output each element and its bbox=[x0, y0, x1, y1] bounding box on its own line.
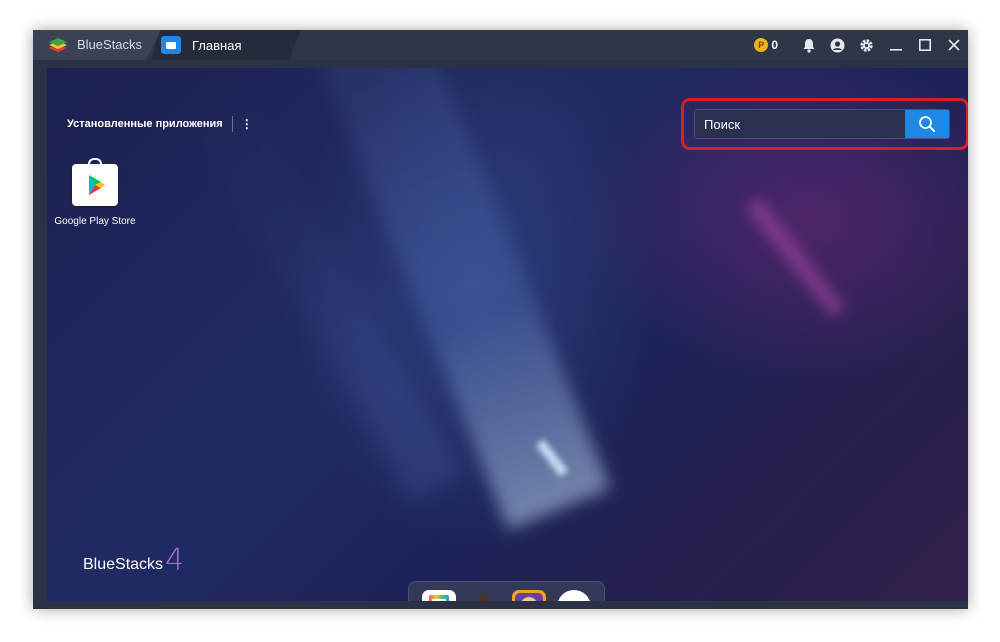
maximize-button[interactable] bbox=[910, 30, 939, 60]
account-button[interactable] bbox=[823, 30, 852, 60]
notifications-button[interactable] bbox=[794, 30, 823, 60]
search-button[interactable] bbox=[905, 110, 949, 138]
dock-game-dog-icon[interactable] bbox=[467, 590, 501, 601]
coin-icon[interactable]: P bbox=[754, 38, 769, 52]
more-options-button[interactable]: ⋮ bbox=[241, 118, 253, 130]
bag-handle bbox=[88, 158, 102, 168]
bluestacks-window: BlueStacks Главная P 0 Установленные при… bbox=[33, 30, 968, 609]
title-bar-controls: P 0 bbox=[754, 30, 968, 60]
dock-launcher-icon[interactable] bbox=[556, 590, 591, 601]
wallpaper-beam bbox=[745, 197, 847, 319]
search-icon bbox=[919, 116, 935, 132]
maximize-icon bbox=[918, 39, 931, 51]
app-dock bbox=[408, 581, 605, 601]
account-icon bbox=[830, 38, 845, 52]
search-bar bbox=[694, 109, 950, 139]
coin-count: 0 bbox=[771, 38, 778, 52]
close-icon bbox=[947, 39, 960, 51]
home-screen: Установленные приложения ⋮ Google Play S… bbox=[47, 68, 968, 601]
dock-app-center-icon[interactable] bbox=[422, 590, 457, 601]
gear-icon bbox=[860, 38, 873, 52]
bell-icon bbox=[803, 38, 814, 53]
dock-game-character-icon[interactable] bbox=[511, 590, 546, 601]
app-label: Google Play Store bbox=[54, 216, 136, 227]
search-input[interactable] bbox=[695, 110, 906, 138]
home-icon bbox=[161, 36, 181, 54]
settings-button[interactable] bbox=[852, 30, 881, 60]
watermark-number: 4 bbox=[165, 543, 185, 578]
watermark-text: BlueStacks bbox=[83, 556, 164, 573]
installed-apps-header: Установленные приложения ⋮ bbox=[67, 116, 253, 132]
launcher-chevron bbox=[573, 600, 574, 601]
minimize-icon bbox=[889, 49, 902, 51]
play-store-icon bbox=[72, 158, 118, 206]
minimize-button[interactable] bbox=[881, 30, 910, 60]
tab-home-label: Главная bbox=[192, 38, 242, 53]
app-tile-google-play-store[interactable]: Google Play Store bbox=[53, 158, 137, 227]
header-divider bbox=[231, 116, 233, 132]
close-button[interactable] bbox=[939, 30, 968, 60]
installed-apps-title: Установленные приложения bbox=[67, 118, 223, 130]
play-triangle bbox=[89, 175, 105, 195]
title-bar: BlueStacks Главная P 0 bbox=[33, 30, 968, 60]
dog-figure bbox=[479, 591, 490, 601]
search-highlight bbox=[681, 98, 968, 150]
bluestacks-watermark: BlueStacks 4 bbox=[83, 543, 185, 578]
app-name: BlueStacks bbox=[77, 37, 143, 52]
bluestacks-logo-icon bbox=[49, 38, 67, 52]
